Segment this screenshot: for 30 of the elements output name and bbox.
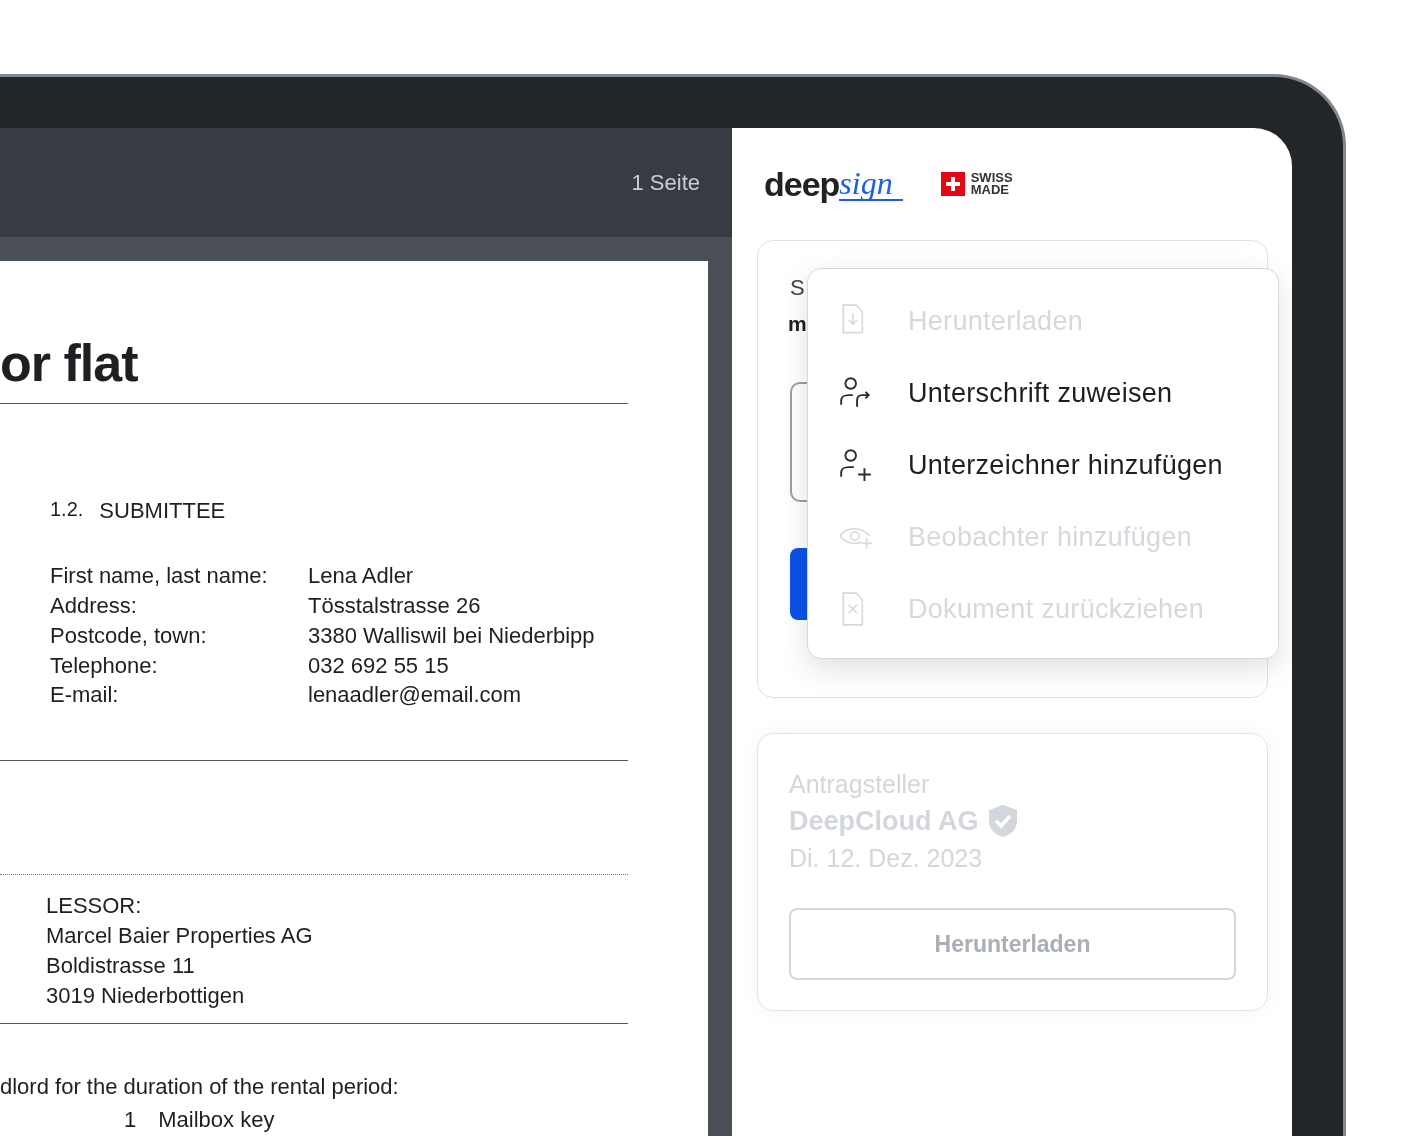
person-plus-icon bbox=[838, 447, 874, 483]
page-count: 1 Seite bbox=[631, 169, 700, 198]
section-title: SUBMITTEE bbox=[99, 497, 226, 526]
document-title: or flat bbox=[0, 261, 628, 405]
lessor-line: LESSOR: bbox=[46, 892, 143, 920]
lessor-line: Boldistrasse 11 bbox=[46, 952, 196, 980]
document-text: dlord for the duration of the rental period: bbox=[0, 1073, 400, 1101]
badge-text: SWISS bbox=[970, 172, 1013, 184]
lessor-line: 3019 Niederbottigen bbox=[46, 982, 246, 1010]
badge-text: MADE bbox=[970, 184, 1010, 196]
field-value: Tösstalstrasse 26 bbox=[308, 592, 482, 621]
lessor-line: Marcel Baier Properties AG bbox=[46, 922, 314, 950]
field-label: Address: bbox=[50, 592, 138, 621]
field-label: E-mail: bbox=[50, 681, 120, 710]
signer-label: S bbox=[790, 277, 806, 299]
swiss-flag-icon bbox=[940, 172, 965, 196]
field-label: Telephone: bbox=[50, 651, 159, 680]
section-number: 1.2. bbox=[50, 497, 84, 523]
field-value: lenaadler@email.com bbox=[308, 681, 523, 710]
field-value: 032 692 55 15 bbox=[308, 651, 450, 680]
key-name: Mailbox key bbox=[158, 1106, 275, 1134]
menu-item[interactable]: Unterzeichner hinzufügen bbox=[808, 429, 1278, 501]
signer-name: m bbox=[788, 313, 807, 334]
download-button[interactable]: Herunterladen bbox=[789, 908, 1236, 980]
field-label: Postcode, town: bbox=[50, 621, 208, 650]
field-value: Lena Adler bbox=[308, 562, 415, 591]
field-label: First name, last name: bbox=[50, 562, 269, 591]
field-value: 3380 Walliswil bei Niederbipp bbox=[308, 621, 596, 650]
menu-item[interactable]: Unterschrift zuweisen bbox=[808, 357, 1278, 429]
key-count: 1 bbox=[124, 1106, 137, 1134]
